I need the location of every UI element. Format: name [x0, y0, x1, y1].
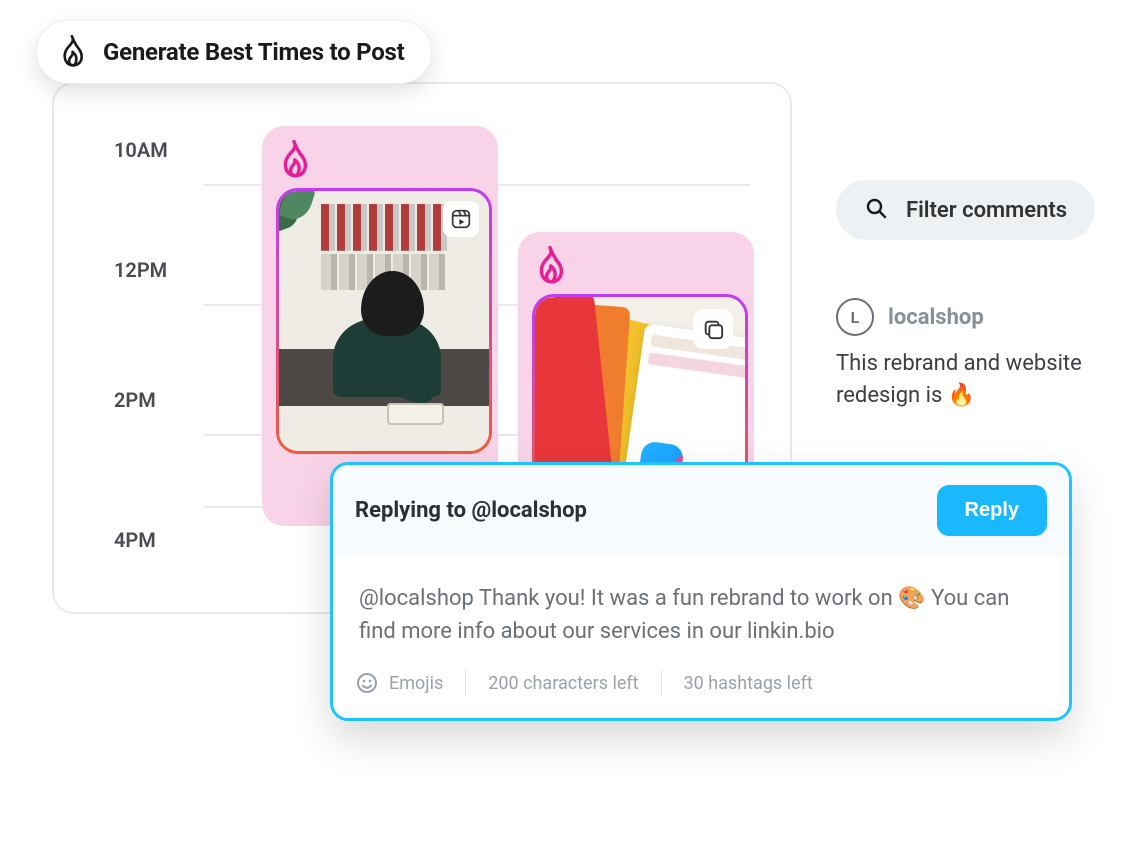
comment-text: This rebrand and website redesign is 🔥 [836, 348, 1098, 412]
flame-icon [532, 246, 740, 286]
time-label-12pm: 12PM [114, 258, 167, 282]
generate-best-times-label: Generate Best Times to Post [103, 38, 405, 66]
generate-best-times-button[interactable]: Generate Best Times to Post [36, 20, 432, 84]
avatar[interactable]: L [836, 298, 874, 336]
filter-comments-label: Filter comments [906, 198, 1067, 223]
search-icon [864, 196, 888, 224]
divider [661, 670, 662, 696]
reply-button[interactable]: Reply [937, 485, 1047, 536]
characters-left: 200 characters left [488, 673, 638, 694]
flame-icon [57, 35, 87, 69]
time-label-4pm: 4PM [114, 528, 156, 552]
reel-icon [443, 201, 479, 237]
reply-textarea[interactable]: @localshop Thank you! It was a fun rebra… [333, 556, 1069, 656]
hashtags-left: 30 hashtags left [684, 673, 813, 694]
emoji-picker-button[interactable]: Emojis [355, 671, 443, 695]
post-thumbnail-reel[interactable] [276, 188, 492, 454]
replying-to-label: Replying to @localshop [355, 498, 587, 523]
reply-composer: Replying to @localshop Reply @localshop … [330, 462, 1072, 721]
divider [465, 670, 466, 696]
time-label-10am: 10AM [114, 138, 168, 162]
emoji-picker-label: Emojis [389, 673, 443, 694]
flame-icon [276, 140, 484, 180]
filter-comments-button[interactable]: Filter comments [836, 180, 1095, 240]
time-label-2pm: 2PM [114, 388, 156, 412]
carousel-icon [693, 309, 733, 349]
comment: L localshop This rebrand and website red… [836, 298, 1098, 412]
comment-username[interactable]: localshop [888, 305, 984, 330]
